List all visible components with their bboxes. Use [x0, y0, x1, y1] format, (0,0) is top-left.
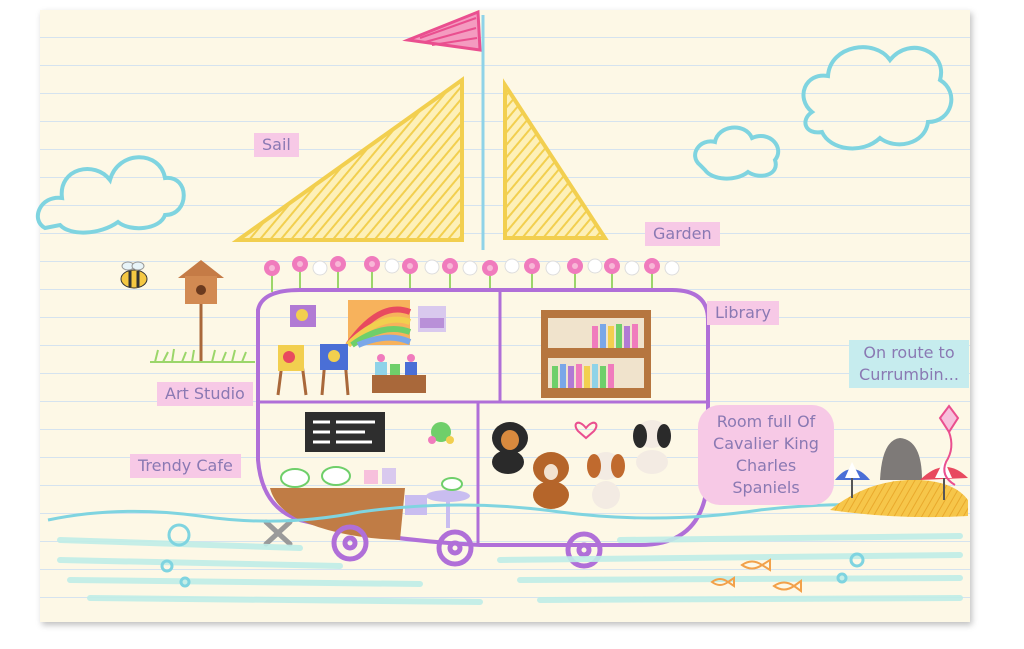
art-studio-room	[276, 300, 446, 396]
spaniel-dog-3	[587, 452, 625, 509]
label-trendy-cafe: Trendy Cafe	[130, 454, 241, 478]
label-garden: Garden	[645, 222, 720, 246]
birdhouse-icon	[178, 260, 224, 362]
bee-icon	[120, 261, 148, 289]
garden-flowers	[264, 256, 680, 292]
spaniel-dog-2	[533, 452, 569, 509]
spaniels-room	[492, 420, 671, 509]
label-spaniels-room: Room full Of Cavalier King Charles Spani…	[698, 405, 834, 505]
pink-flag-icon	[402, 9, 482, 52]
label-art-studio: Art Studio	[157, 382, 253, 406]
beach-island	[830, 404, 968, 518]
water-line	[47, 502, 966, 523]
label-route: On route to Currumbin...	[849, 340, 969, 388]
cloud-mid	[693, 125, 781, 181]
fish-icon	[710, 558, 802, 593]
cloud-right	[801, 45, 954, 151]
cloud-left	[35, 155, 186, 235]
propeller-icon	[263, 519, 293, 547]
spaniel-dog-1	[492, 422, 528, 474]
heart-icon	[574, 421, 598, 440]
spaniel-dog-4	[633, 420, 671, 474]
label-library: Library	[707, 301, 779, 325]
left-sail	[231, 76, 464, 242]
label-sail: Sail	[254, 133, 299, 157]
right-sail	[503, 78, 609, 240]
boat-scene-illustration	[35, 9, 968, 605]
library-bookshelf	[541, 310, 651, 398]
